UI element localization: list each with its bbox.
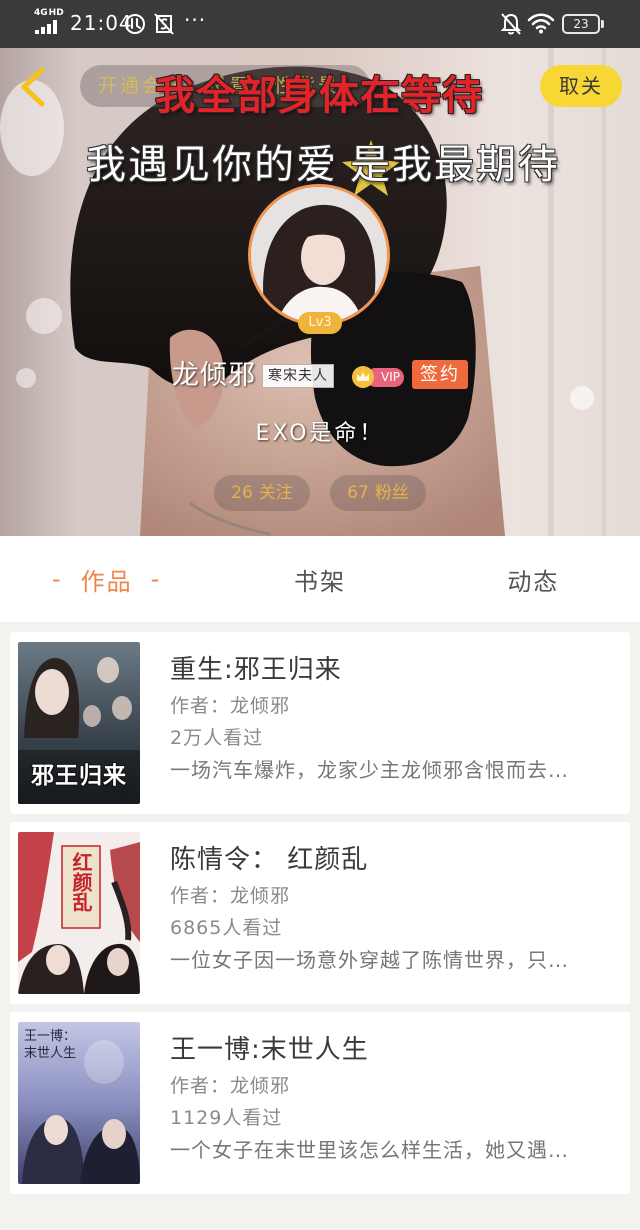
wifi-icon (527, 13, 555, 34)
work-card[interactable]: 红颜乱 陈情令： 红颜乱 作者：龙倾邪 6865人看过 一位女子因一场意外穿越了… (10, 822, 630, 1004)
work-title: 陈情令： 红颜乱 (170, 845, 369, 875)
back-arrow-icon (21, 67, 45, 107)
views-count: 6865 (170, 917, 223, 939)
unfollow-button[interactable]: 取关 (540, 65, 622, 107)
work-card[interactable]: 邪王归来 重生:邪王归来 作者：龙倾邪 2万人看过 一场汽车爆炸，龙家少主龙倾邪… (10, 632, 630, 814)
work-views: 1129人看过 (170, 1105, 282, 1131)
work-description: 一个女子在末世里该怎么样生活，她又遇… (170, 1138, 569, 1162)
active-tab-marker: - (51, 565, 63, 593)
followers-button[interactable]: 67 粉丝 (330, 475, 426, 511)
active-tab-marker: - (150, 565, 162, 593)
tab-bookshelf[interactable]: 书架 (213, 536, 426, 622)
cover-title: 邪王归来 (31, 763, 127, 789)
network-type-label: 4G (34, 8, 48, 18)
crown-icon (352, 366, 374, 388)
work-card[interactable]: 王一博：末世人生 王一博:末世人生 作者：龙倾邪 1129人看过 一个女子在末世… (10, 1012, 630, 1194)
tab-label: 动态 (507, 567, 560, 596)
title-badge: 寒宋夫人 (262, 364, 334, 388)
views-count: 1129 (170, 1107, 223, 1129)
tab-activity[interactable]: 动态 (427, 536, 640, 622)
book-cover[interactable]: 王一博：末世人生 (18, 1022, 140, 1184)
avatar-image (251, 187, 387, 323)
following-count: 26 (231, 483, 253, 503)
signed-author-badge: 签约 (412, 360, 468, 389)
views-suffix: 人看过 (222, 1107, 283, 1129)
author-name: 龙倾邪 (230, 695, 291, 717)
work-author: 作者：龙倾邪 (170, 883, 290, 909)
views-suffix: 人看过 (222, 917, 283, 939)
author-prefix: 作者： (170, 695, 231, 717)
mute-icon (500, 13, 522, 35)
level-badge: Lv3 (298, 312, 342, 334)
work-author: 作者：龙倾邪 (170, 693, 290, 719)
work-description: 一场汽车爆炸，龙家少主龙倾邪含恨而去… (170, 758, 569, 782)
background-text-white: 我遇见你的爱 (86, 142, 338, 188)
work-views: 2万人看过 (170, 725, 263, 751)
book-cover[interactable]: 邪王归来 (18, 642, 140, 804)
screenshot-icon (154, 13, 174, 35)
work-title: 王一博:末世人生 (170, 1035, 369, 1065)
tab-label: 书架 (293, 567, 346, 596)
background-text-red: 我全部身体在等待 (155, 73, 483, 119)
work-views: 6865人看过 (170, 915, 282, 941)
views-suffix: 人看过 (203, 727, 264, 749)
battery-nub (601, 20, 604, 28)
work-description: 一位女子因一场意外穿越了陈情世界，只… (170, 948, 569, 972)
author-prefix: 作者： (170, 1075, 231, 1097)
tab-bar: - 作品 - 书架 动态 (0, 536, 640, 622)
views-count: 2万 (170, 727, 204, 749)
battery-icon: 23 (562, 14, 600, 34)
avatar[interactable] (248, 184, 390, 326)
signal-indicator: 4GHD (34, 8, 66, 36)
back-button[interactable] (18, 66, 52, 108)
network-type: 4GHD (34, 8, 65, 18)
cover-title: 红颜乱 (69, 852, 93, 912)
followers-count: 67 (347, 483, 369, 503)
notification-icon (125, 14, 145, 34)
followers-label: 粉丝 (374, 483, 409, 503)
profile-header: 开通会员，设置个性背景 我全部身体在等待 我遇见你的爱 是我最期待 取关 Lv3… (0, 48, 640, 536)
signal-icon (35, 20, 57, 34)
author-name: 龙倾邪 (230, 885, 291, 907)
tab-label: 作品 (80, 567, 133, 596)
tab-works[interactable]: - 作品 - (0, 536, 213, 622)
author-name: 龙倾邪 (230, 1075, 291, 1097)
vip-badge[interactable]: VIP (352, 366, 406, 390)
background-text-white: 是我最期待 (350, 142, 560, 188)
network-hd-label: HD (48, 8, 64, 18)
work-author: 作者：龙倾邪 (170, 1073, 290, 1099)
more-notifications-indicator: ··· (184, 8, 207, 32)
cover-title: 王一博：末世人生 (24, 1029, 77, 1061)
status-bar: 4GHD 21:04 ··· 23 (0, 0, 640, 48)
user-signature: EXO是命！ (255, 421, 385, 446)
battery-level: 23 (573, 17, 589, 31)
following-label: 关注 (258, 483, 293, 503)
book-cover[interactable]: 红颜乱 (18, 832, 140, 994)
following-button[interactable]: 26 关注 (214, 475, 310, 511)
work-title: 重生:邪王归来 (170, 655, 342, 685)
author-prefix: 作者： (170, 885, 231, 907)
username: 龙倾邪 (172, 360, 256, 391)
